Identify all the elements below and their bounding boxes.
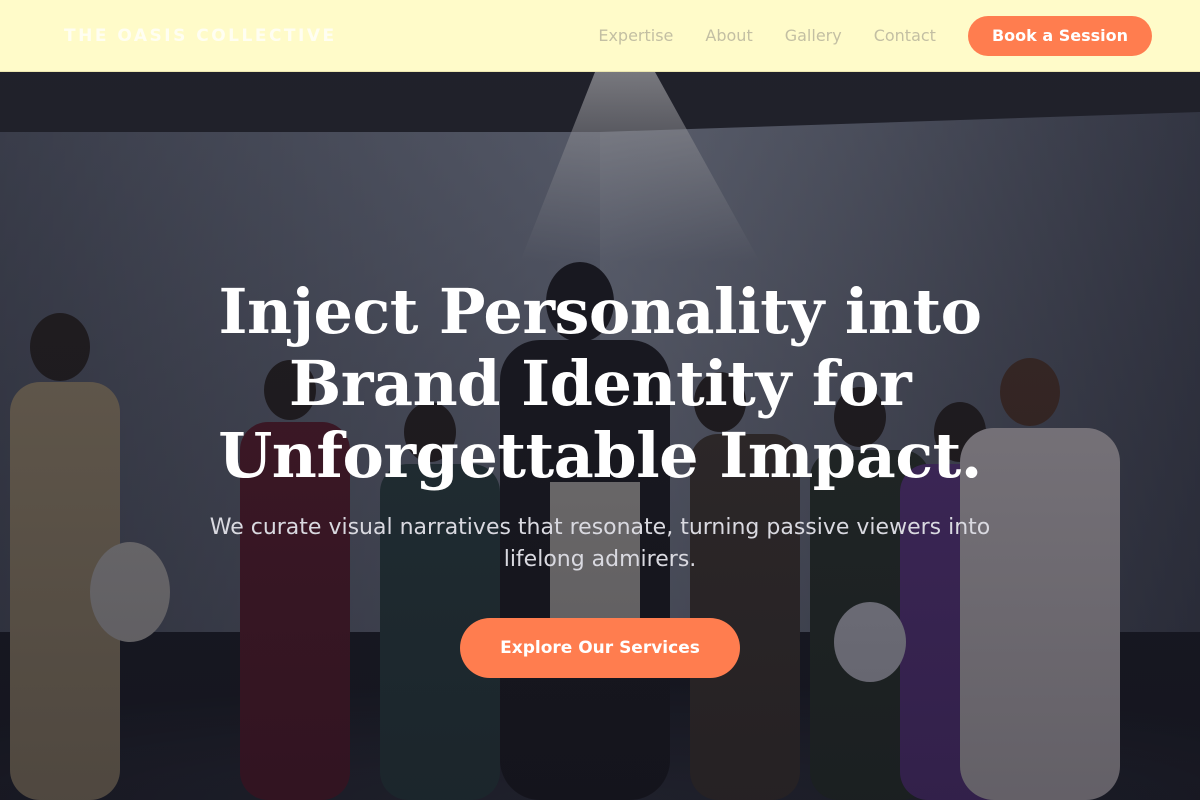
book-session-button[interactable]: Book a Session <box>967 15 1152 56</box>
nav-link-gallery[interactable]: Gallery <box>785 26 842 45</box>
hero-title: Inject Personality into Brand Identity f… <box>218 275 982 492</box>
nav-link-about[interactable]: About <box>705 26 752 45</box>
nav-links: Expertise About Gallery Contact <box>598 26 936 45</box>
nav-link-contact[interactable]: Contact <box>874 26 936 45</box>
explore-services-button[interactable]: Explore Our Services <box>460 618 740 678</box>
nav-right: Expertise About Gallery Contact Book a S… <box>598 15 1152 56</box>
hero-subtitle: We curate visual narratives that resonat… <box>209 515 991 572</box>
top-navbar: THE OASIS COLLECTIVE Expertise About Gal… <box>0 0 1200 72</box>
nav-link-expertise[interactable]: Expertise <box>598 26 673 45</box>
hero-content: Inject Personality into Brand Identity f… <box>0 276 1200 678</box>
hero-section: Inject Personality into Brand Identity f… <box>0 72 1200 800</box>
brand-logo[interactable]: THE OASIS COLLECTIVE <box>64 26 337 46</box>
